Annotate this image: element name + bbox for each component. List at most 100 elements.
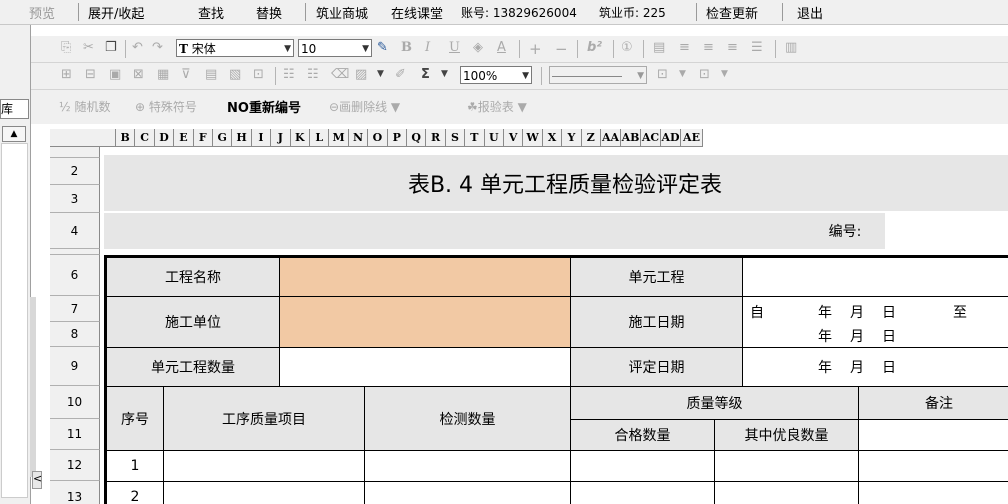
chevron-down-icon[interactable]: ▼ — [721, 69, 728, 87]
decrease-button[interactable]: − — [555, 40, 568, 58]
column-header[interactable]: O — [368, 129, 388, 147]
underline-button[interactable]: U — [449, 40, 460, 58]
row-header[interactable]: 13 — [50, 481, 100, 504]
row-header[interactable]: 10 — [50, 386, 100, 419]
assess-date-field[interactable] — [742, 347, 1008, 387]
menu-replace[interactable]: 替换 — [256, 3, 282, 22]
column-icon[interactable]: ▥ — [785, 40, 797, 58]
column-header[interactable]: R — [426, 129, 446, 147]
column-header[interactable]: P — [387, 129, 407, 147]
row-header[interactable]: 11 — [50, 419, 100, 450]
construction-date-field[interactable] — [742, 296, 1008, 348]
clear-format-icon[interactable]: ⌫ — [331, 67, 349, 85]
sheet-corner[interactable] — [50, 129, 116, 147]
column-header[interactable]: V — [504, 129, 524, 147]
bold-button[interactable]: B — [401, 40, 412, 58]
menu-check-update[interactable]: 检查更新 — [706, 3, 758, 22]
column-header[interactable]: S — [445, 129, 466, 147]
project-name-input[interactable] — [279, 257, 571, 297]
splitter-handle[interactable] — [30, 297, 36, 477]
unit-count-input[interactable] — [279, 347, 571, 387]
row-header[interactable] — [50, 147, 100, 158]
column-header[interactable]: L — [310, 129, 330, 147]
row-header[interactable]: 3 — [50, 185, 100, 213]
border-icon[interactable]: ⊡ — [657, 67, 668, 85]
formula-icon[interactable]: ✐ — [395, 67, 406, 85]
row-count-2[interactable] — [364, 481, 571, 504]
row-pass-1[interactable] — [570, 450, 715, 482]
font-size-select[interactable]: 10 ▼ — [298, 39, 372, 57]
column-header[interactable]: M — [329, 129, 349, 147]
increase-button[interactable]: + — [529, 40, 542, 58]
bullet-list-icon[interactable]: ☷ — [283, 67, 295, 85]
fill-color-icon[interactable]: ◈ — [473, 40, 483, 58]
cut-icon[interactable]: ✂ — [83, 40, 94, 58]
column-header[interactable]: E — [174, 129, 194, 147]
number-list-icon[interactable]: ☷ — [307, 67, 319, 85]
align-left-icon[interactable]: ≡ — [679, 40, 690, 58]
font-name-select[interactable]: T 宋体 ▼ — [176, 39, 294, 57]
scroll-left-button[interactable]: < — [32, 471, 42, 489]
column-header[interactable]: AC — [641, 129, 661, 147]
delete-row-icon[interactable]: ⊟ — [85, 67, 96, 85]
column-header[interactable]: B — [116, 129, 136, 147]
renumber-button[interactable]: NO重新编号 — [227, 97, 301, 116]
row-header[interactable]: 4 — [50, 213, 100, 249]
align-top-icon[interactable]: ▤ — [653, 40, 665, 58]
library-tab[interactable]: 库 — [0, 99, 29, 119]
row-count-1[interactable] — [364, 450, 571, 482]
chevron-down-icon[interactable]: ▼ — [679, 69, 686, 87]
row-header[interactable]: 12 — [50, 450, 100, 481]
merge-cells-icon[interactable]: ▣ — [109, 67, 121, 85]
align-center-icon[interactable]: ≡ — [703, 40, 714, 58]
row-excellent-1[interactable] — [714, 450, 859, 482]
row-item-2[interactable] — [163, 481, 365, 504]
superscript-button[interactable]: b² — [587, 40, 602, 58]
row-item-1[interactable] — [163, 450, 365, 482]
format-painter-icon[interactable]: ✎ — [377, 40, 388, 58]
column-header[interactable]: D — [154, 129, 175, 147]
random-number-button[interactable]: ½ 随机数 — [59, 98, 110, 116]
row-header[interactable]: 8 — [50, 322, 100, 347]
font-color-button[interactable]: A — [497, 40, 506, 58]
split-cells-icon[interactable]: ⊠ — [133, 67, 144, 85]
table-icon[interactable]: ▤ — [205, 67, 217, 85]
row-header[interactable]: 7 — [50, 296, 100, 322]
column-header[interactable]: J — [271, 129, 291, 147]
menu-mall[interactable]: 筑业商城 — [316, 3, 368, 22]
row-header[interactable]: 6 — [50, 255, 100, 296]
column-header[interactable]: X — [542, 129, 563, 147]
row-header[interactable]: 2 — [50, 158, 100, 185]
line-style-select[interactable]: ▼ — [549, 66, 647, 84]
menu-exit[interactable]: 退出 — [797, 3, 823, 22]
chevron-down-icon[interactable]: ▼ — [441, 69, 448, 87]
justify-icon[interactable]: ☰ — [751, 40, 763, 58]
paste-icon[interactable]: ⎘ — [61, 40, 71, 58]
column-header[interactable]: H — [232, 129, 252, 147]
insert-row-icon[interactable]: ⊞ — [61, 67, 72, 85]
redo-icon[interactable]: ↷ — [152, 40, 163, 58]
column-header[interactable]: T — [465, 129, 485, 147]
column-header[interactable]: AE — [681, 129, 703, 147]
lock-icon[interactable]: ⊡ — [253, 67, 264, 85]
filter-icon[interactable]: ⊽ — [181, 67, 191, 85]
image-icon[interactable]: ▨ — [355, 67, 367, 85]
report-table-button[interactable]: ☘报验表 ▼ — [467, 98, 527, 116]
align-right-icon[interactable]: ≡ — [727, 40, 738, 58]
picture-icon[interactable]: ▧ — [229, 67, 241, 85]
column-header[interactable]: I — [251, 129, 272, 147]
column-header[interactable]: F — [193, 129, 213, 147]
row-excellent-2[interactable] — [714, 481, 859, 504]
row-note-2[interactable] — [858, 481, 1008, 504]
zoom-select[interactable]: 100% ▼ — [460, 66, 532, 84]
column-header[interactable]: C — [135, 129, 155, 147]
note-subcell[interactable] — [858, 419, 1008, 451]
menu-online-class[interactable]: 在线课堂 — [391, 3, 443, 22]
column-header[interactable]: AB — [621, 129, 641, 147]
column-header[interactable]: W — [523, 129, 543, 147]
menu-find[interactable]: 查找 — [198, 3, 224, 22]
circled-number-button[interactable]: ① — [621, 40, 633, 58]
menu-expand-collapse[interactable]: 展开/收起 — [88, 3, 144, 22]
construction-unit-input[interactable] — [279, 296, 571, 348]
column-header[interactable]: N — [348, 129, 369, 147]
